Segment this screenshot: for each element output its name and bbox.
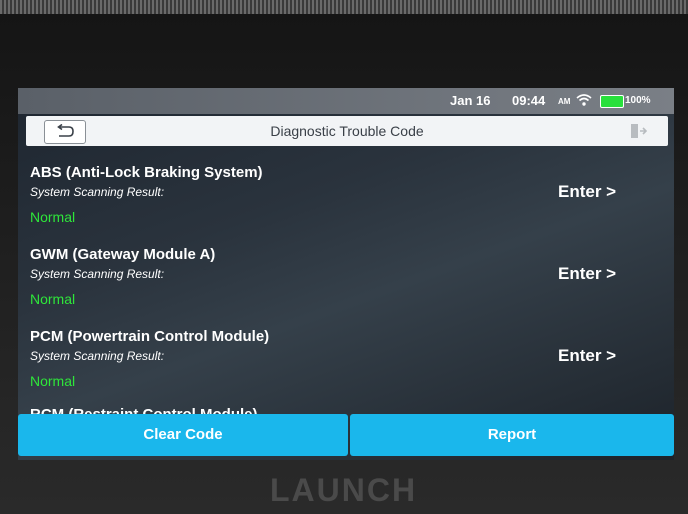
status-bar: Jan 16 09:44 AM 100% (18, 88, 674, 114)
brand-logo: LAUNCH (270, 472, 418, 508)
enter-button[interactable]: Enter > (558, 264, 616, 284)
status-ampm: AM (558, 97, 571, 106)
clear-code-button[interactable]: Clear Code (18, 414, 348, 456)
status-date: Jan 16 (450, 93, 491, 108)
module-name: ABS (Anti-Lock Braking System) (30, 164, 263, 181)
device-bezel-top (0, 0, 688, 14)
module-item-gwm[interactable]: GWM (Gateway Module A) System Scanning R… (30, 246, 660, 326)
exit-button[interactable] (628, 121, 648, 141)
enter-button[interactable]: Enter > (558, 346, 616, 366)
wifi-icon (576, 93, 592, 107)
title-bar: Diagnostic Trouble Code (26, 116, 668, 146)
result-value: Normal (30, 209, 76, 225)
module-item-pcm[interactable]: PCM (Powertrain Control Module) System S… (30, 328, 660, 408)
module-item-abs[interactable]: ABS (Anti-Lock Braking System) System Sc… (30, 164, 660, 244)
module-name: GWM (Gateway Module A) (30, 246, 216, 263)
page-title: Diagnostic Trouble Code (270, 123, 424, 139)
battery-icon (600, 95, 624, 108)
enter-button[interactable]: Enter > (558, 182, 616, 202)
status-time: 09:44 (512, 93, 546, 108)
result-label: System Scanning Result: (30, 185, 165, 199)
exit-icon (631, 124, 648, 138)
result-label: System Scanning Result: (30, 267, 165, 281)
module-name: PCM (Powertrain Control Module) (30, 328, 270, 345)
battery-level: 100% (625, 95, 651, 106)
report-button[interactable]: Report (350, 414, 674, 456)
screen: Jan 16 09:44 AM 100% Diagnostic Trouble … (18, 88, 674, 460)
result-value: Normal (30, 373, 76, 389)
result-label: System Scanning Result: (30, 349, 165, 363)
result-value: Normal (30, 291, 76, 307)
